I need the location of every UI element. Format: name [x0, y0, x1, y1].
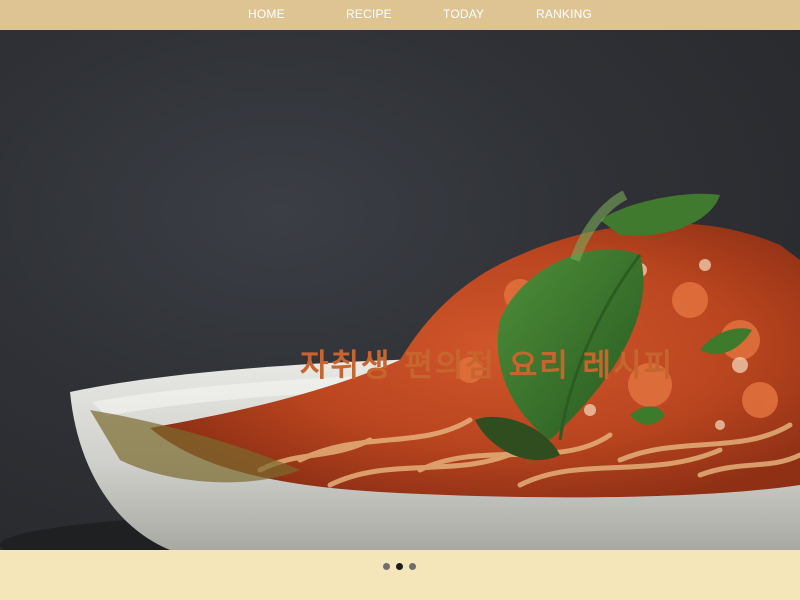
top-navigation-bar: HOME RECIPE TODAY RANKING	[0, 0, 800, 30]
carousel-dot-2-active[interactable]	[396, 563, 403, 570]
nav-home-link[interactable]: HOME	[248, 7, 285, 21]
nav-today-link[interactable]: TODAY	[443, 7, 484, 21]
carousel-footer	[0, 550, 800, 600]
pasta-dish-image	[0, 190, 800, 550]
hero-carousel-slide: 자취생 편의점 요리 레시피	[0, 30, 800, 550]
carousel-pagination	[383, 563, 416, 570]
carousel-dot-1[interactable]	[383, 563, 390, 570]
nav-recipe-link[interactable]: RECIPE	[346, 7, 392, 21]
hero-title: 자취생 편의점 요리 레시피	[300, 348, 675, 384]
carousel-dot-3[interactable]	[409, 563, 416, 570]
nav-ranking-link[interactable]: RANKING	[536, 7, 592, 21]
